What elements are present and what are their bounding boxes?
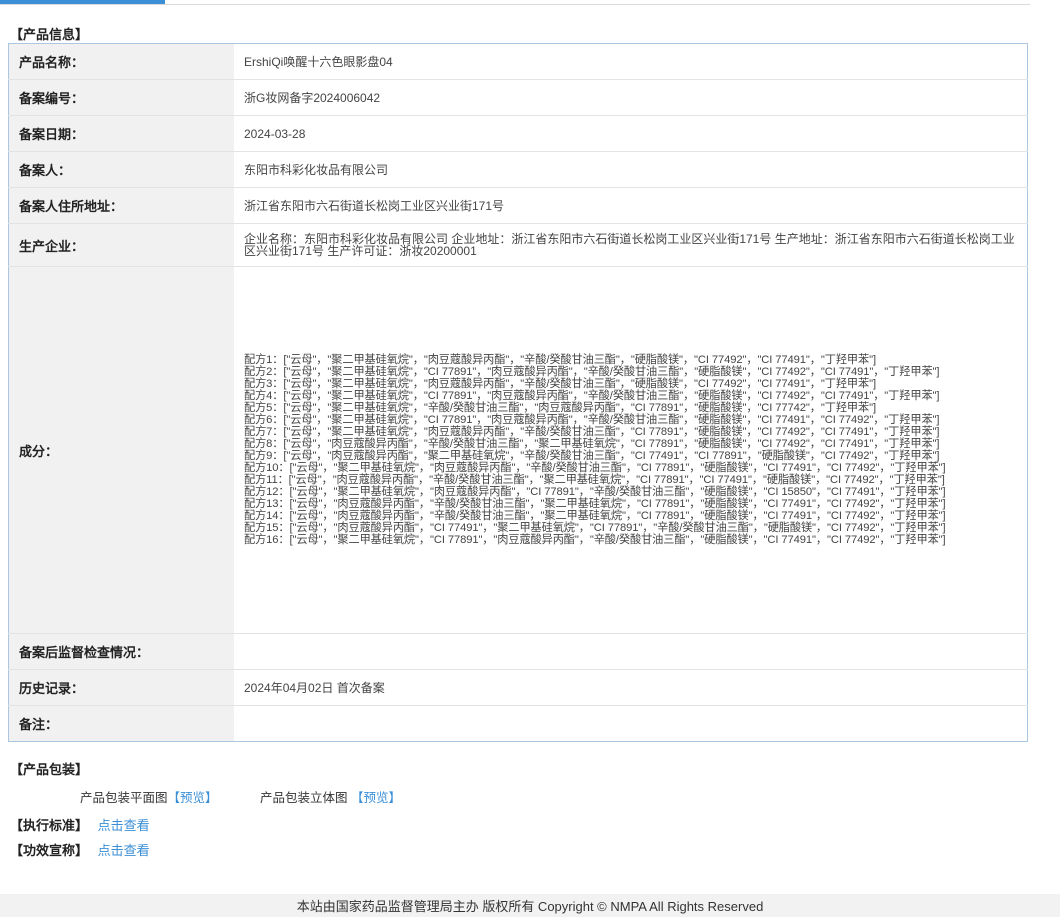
row-ingredients: 成分： 配方1：["云母"，"聚二甲基硅氧烷"，"肉豆蔻酸异丙酯"，"辛酸/癸酸… — [8, 266, 1028, 634]
formula-item: 配方12：["云母"，"聚二甲基硅氧烷"，"肉豆蔻酸异丙酯"，"CI 77891… — [244, 486, 946, 498]
formula-item: 配方5：["云母"，"聚二甲基硅氧烷"，"辛酸/癸酸甘油三酯"，"肉豆蔻酸异丙酯… — [244, 402, 876, 414]
formula-item: 配方14：["云母"，"肉豆蔻酸异丙酯"，"辛酸/癸酸甘油三酯"，"聚二甲基硅氧… — [244, 510, 946, 522]
row-record-date: 备案日期： 2024-03-28 — [8, 115, 1028, 152]
packaging-flat-preview-link[interactable]: 【预览】 — [168, 791, 218, 805]
row-registrant-address: 备案人住所地址： 浙江省东阳市六石街道长松岗工业区兴业街171号 — [8, 187, 1028, 224]
label-record-date: 备案日期： — [8, 115, 234, 152]
packaging-solid-preview-link[interactable]: 【预览】 — [351, 791, 401, 805]
formula-item: 配方3：["云母"，"聚二甲基硅氧烷"，"肉豆蔻酸异丙酯"，"辛酸/癸酸甘油三酯… — [244, 378, 876, 390]
formula-item: 配方11：["云母"，"肉豆蔻酸异丙酯"，"辛酸/癸酸甘油三酯"，"聚二甲基硅氧… — [244, 474, 945, 486]
label-product-name: 产品名称： — [8, 43, 234, 80]
section-standard: 【执行标准】 点击查看 — [10, 818, 150, 834]
formula-item: 配方2：["云母"，"聚二甲基硅氧烷"，"CI 77891"，"肉豆蔻酸异丙酯"… — [244, 366, 940, 378]
formula-item: 配方16：["云母"，"聚二甲基硅氧烷"，"CI 77891"，"肉豆蔻酸异丙酯… — [244, 534, 946, 546]
active-tab-indicator[interactable] — [0, 0, 165, 4]
value-inspection — [234, 633, 1028, 670]
label-manufacturer: 生产企业： — [8, 223, 234, 267]
formula-item: 配方9：["云母"，"肉豆蔻酸异丙酯"，"聚二甲基硅氧烷"，"辛酸/癸酸甘油三酯… — [244, 450, 940, 462]
label-registrant-address: 备案人住所地址： — [8, 187, 234, 224]
value-record-date: 2024-03-28 — [234, 115, 1028, 152]
value-registrant-address: 浙江省东阳市六石街道长松岗工业区兴业街171号 — [234, 187, 1028, 224]
formula-item: 配方7：["云母"，"聚二甲基硅氧烷"，"肉豆蔻酸异丙酯"，"辛酸/癸酸甘油三酯… — [244, 426, 940, 438]
formula-item: 配方8：["云母"，"肉豆蔻酸异丙酯"，"辛酸/癸酸甘油三酯"，"聚二甲基硅氧烷… — [244, 438, 940, 450]
label-ingredients: 成分： — [8, 266, 234, 634]
section-product-info-title: 【产品信息】 — [10, 27, 89, 42]
row-registrant: 备案人： 东阳市科彩化妆品有限公司 — [8, 151, 1028, 188]
row-history: 历史记录： 2024年04月02日 首次备案 — [8, 669, 1028, 706]
value-history: 2024年04月02日 首次备案 — [234, 669, 1028, 706]
value-ingredients: 配方1：["云母"，"聚二甲基硅氧烷"，"肉豆蔻酸异丙酯"，"辛酸/癸酸甘油三酯… — [234, 266, 1028, 634]
section-packaging-title: 【产品包装】 — [10, 762, 89, 777]
formula-list: 配方1：["云母"，"聚二甲基硅氧烷"，"肉豆蔻酸异丙酯"，"辛酸/癸酸甘油三酯… — [244, 346, 1017, 554]
formula-item: 配方10：["云母"，"聚二甲基硅氧烷"，"肉豆蔻酸异丙酯"，"辛酸/癸酸甘油三… — [244, 462, 946, 474]
formula-item: 配方1：["云母"，"聚二甲基硅氧烷"，"肉豆蔻酸异丙酯"，"辛酸/癸酸甘油三酯… — [244, 354, 876, 366]
label-remarks: 备注： — [8, 705, 234, 742]
value-product-name: ErshiQi唤醒十六色眼影盘04 — [234, 43, 1028, 80]
standard-view-link[interactable]: 点击查看 — [98, 818, 150, 833]
section-efficacy: 【功效宣称】 点击查看 — [10, 843, 150, 859]
formula-item: 配方4：["云母"，"聚二甲基硅氧烷"，"CI 77891"，"肉豆蔻酸异丙酯"… — [244, 390, 940, 402]
packaging-solid: 产品包装立体图 【预览】 — [260, 787, 401, 806]
section-efficacy-title: 【功效宣称】 — [10, 843, 89, 858]
label-registrant: 备案人： — [8, 151, 234, 188]
page-footer: 本站由国家药品监督管理局主办 版权所有 Copyright © NMPA All… — [0, 894, 1060, 917]
row-product-name: 产品名称： ErshiQi唤醒十六色眼影盘04 — [8, 43, 1028, 80]
label-record-number: 备案编号： — [8, 79, 234, 116]
row-inspection: 备案后监督检查情况： — [8, 633, 1028, 670]
packaging-flat-label: 产品包装平面图 — [80, 791, 168, 805]
packaging-flat: 产品包装平面图【预览】 — [80, 787, 218, 806]
label-history: 历史记录： — [8, 669, 234, 706]
value-manufacturer: 企业名称：东阳市科彩化妆品有限公司 企业地址：浙江省东阳市六石街道长松岗工业区兴… — [234, 223, 1028, 267]
label-inspection: 备案后监督检查情况： — [8, 633, 234, 670]
product-info-table: 产品名称： ErshiQi唤醒十六色眼影盘04 备案编号： 浙G妆网备字2024… — [8, 43, 1028, 742]
value-registrant: 东阳市科彩化妆品有限公司 — [234, 151, 1028, 188]
row-remarks: 备注： — [8, 705, 1028, 742]
efficacy-view-link[interactable]: 点击查看 — [98, 843, 150, 858]
value-record-number: 浙G妆网备字2024006042 — [234, 79, 1028, 116]
packaging-solid-label: 产品包装立体图 — [260, 791, 348, 805]
section-standard-title: 【执行标准】 — [10, 818, 89, 833]
value-remarks — [234, 705, 1028, 742]
formula-item: 配方6：["云母"，"聚二甲基硅氧烷"，"CI 77891"，"肉豆蔻酸异丙酯"… — [244, 414, 940, 426]
formula-item: 配方15：["云母"，"肉豆蔻酸异丙酯"，"CI 77491"，"聚二甲基硅氧烷… — [244, 522, 946, 534]
formula-item: 配方13：["云母"，"肉豆蔻酸异丙酯"，"辛酸/癸酸甘油三酯"，"聚二甲基硅氧… — [244, 498, 946, 510]
row-manufacturer: 生产企业： 企业名称：东阳市科彩化妆品有限公司 企业地址：浙江省东阳市六石街道长… — [8, 223, 1028, 267]
row-record-number: 备案编号： 浙G妆网备字2024006042 — [8, 79, 1028, 116]
